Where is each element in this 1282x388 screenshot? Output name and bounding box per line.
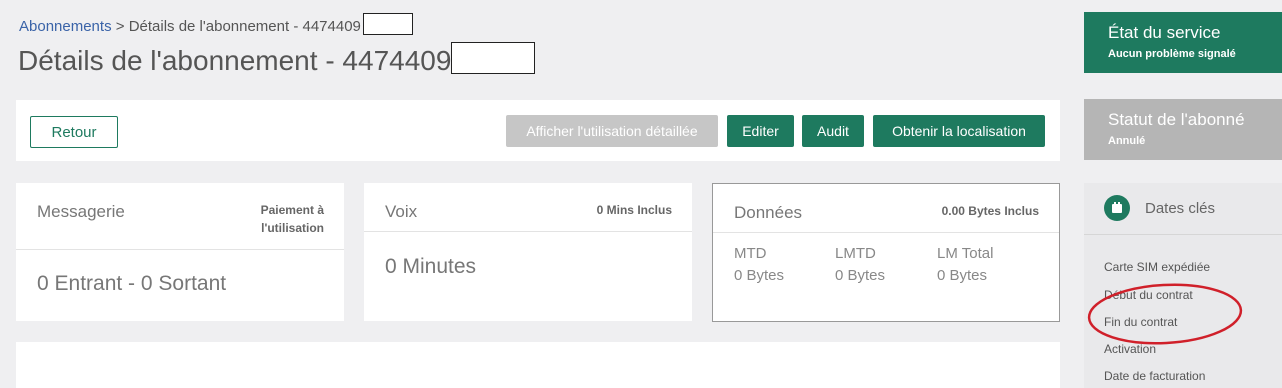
messaging-value: 0 Entrant - 0 Sortant: [37, 272, 227, 295]
data-lm-total: LM Total 0 Bytes: [937, 243, 993, 287]
subscription-details-page: Abonnements > Détails de l'abonnement - …: [0, 0, 1282, 388]
get-location-button[interactable]: Obtenir la localisation: [873, 115, 1045, 147]
data-lm-total-value: 0 Bytes: [937, 267, 988, 284]
voice-value: 0 Minutes: [385, 255, 477, 278]
page-title-text: Détails de l'abonnement - 4474409: [18, 45, 452, 76]
breadcrumb-separator: >: [115, 18, 125, 35]
breadcrumb-subscriptions-link[interactable]: Abonnements: [19, 18, 112, 35]
key-dates-header: Dates clés: [1084, 183, 1282, 234]
calendar-icon: [1104, 195, 1130, 221]
service-status-subtitle: Aucun problème signalé: [1108, 48, 1236, 60]
breadcrumb: Abonnements > Détails de l'abonnement - …: [19, 13, 413, 35]
messaging-billing-note: Paiement à l'utilisation: [260, 203, 324, 235]
data-lmtd-value: 0 Bytes: [835, 267, 886, 284]
redaction-box: [362, 13, 413, 35]
data-mtd-label: MTD: [734, 245, 767, 262]
action-toolbar: Retour Afficher l'utilisation détaillée …: [16, 100, 1060, 161]
details-panel: [16, 342, 1060, 388]
back-button[interactable]: Retour: [30, 116, 118, 148]
data-mtd: MTD 0 Bytes: [734, 243, 784, 287]
subscriber-status-title: Statut de l'abonné: [1108, 110, 1245, 129]
data-lm-total-label: LM Total: [937, 245, 994, 262]
breadcrumb-current: Détails de l'abonnement - 4474409: [128, 18, 361, 35]
date-item-billing-date: Date de facturation: [1104, 369, 1206, 383]
data-lmtd: LMTD 0 Bytes: [835, 243, 885, 287]
data-card: Données 0.00 Bytes Inclus MTD 0 Bytes LM…: [712, 183, 1060, 322]
subscriber-status-tile: Statut de l'abonné Annulé: [1084, 99, 1282, 160]
date-item-sim-shipped: Carte SIM expédiée: [1104, 260, 1211, 274]
date-item-contract-end: Fin du contrat: [1104, 315, 1178, 329]
data-mtd-value: 0 Bytes: [734, 267, 785, 284]
service-status-title: État du service: [1108, 23, 1221, 42]
service-status-tile[interactable]: État du service Aucun problème signalé: [1084, 12, 1282, 73]
voice-included-note: 0 Mins Inclus: [596, 203, 672, 217]
date-item-activation: Activation: [1104, 342, 1157, 356]
card-divider: [364, 231, 692, 232]
audit-button[interactable]: Audit: [802, 115, 864, 147]
detailed-usage-button[interactable]: Afficher l'utilisation détaillée: [506, 115, 718, 147]
key-dates-title: Dates clés: [1145, 200, 1216, 217]
card-divider: [713, 232, 1059, 233]
key-dates-divider: [1084, 234, 1282, 235]
data-included-note: 0.00 Bytes Inclus: [941, 204, 1039, 218]
date-item-contract-start: Début du contrat: [1104, 288, 1193, 302]
subscriber-status-subtitle: Annulé: [1108, 135, 1146, 147]
messaging-title: Messagerie: [37, 202, 125, 221]
data-lmtd-label: LMTD: [835, 245, 876, 262]
card-divider: [16, 249, 344, 250]
page-title: Détails de l'abonnement - 4474409: [18, 42, 536, 77]
messaging-card: Messagerie Paiement à l'utilisation 0 En…: [16, 183, 344, 321]
edit-button[interactable]: Editer: [727, 115, 794, 147]
voice-card: Voix 0 Mins Inclus 0 Minutes: [364, 183, 692, 321]
data-title: Données: [734, 203, 803, 222]
redaction-box: [451, 42, 536, 74]
key-dates-panel: Dates clés Carte SIM expédiée Début du c…: [1084, 183, 1282, 388]
voice-title: Voix: [385, 202, 418, 221]
